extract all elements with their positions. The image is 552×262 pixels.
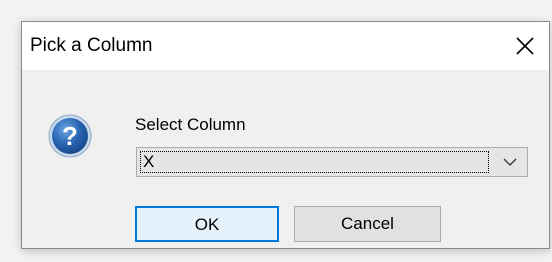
dropdown-button[interactable] — [496, 151, 524, 173]
question-icon: ? — [48, 114, 92, 158]
ok-button[interactable]: OK — [135, 206, 279, 242]
chevron-down-icon — [503, 158, 517, 166]
close-icon — [516, 37, 534, 55]
pick-column-dialog: Pick a Column ? Select Column X OK Cance… — [21, 21, 550, 249]
dialog-body: ? Select Column X OK Cancel — [22, 70, 549, 248]
svg-text:?: ? — [62, 121, 78, 151]
selected-column-value: X — [143, 152, 155, 171]
title-bar[interactable]: Pick a Column — [22, 22, 549, 70]
cancel-button[interactable]: Cancel — [294, 206, 441, 242]
column-select[interactable]: X — [136, 147, 528, 177]
close-button[interactable] — [507, 28, 543, 64]
select-column-label: Select Column — [135, 115, 246, 134]
focus-rectangle — [140, 151, 489, 173]
dialog-title: Pick a Column — [30, 35, 153, 56]
